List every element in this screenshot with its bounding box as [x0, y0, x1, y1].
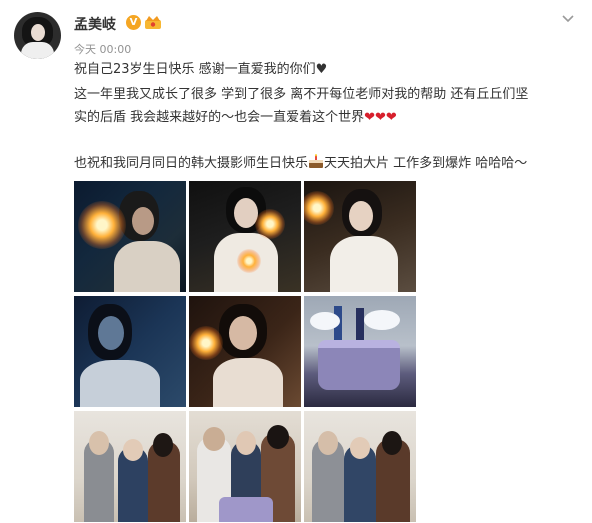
post-text-line-3: 实的后盾 我会越来越好的～也会一直爱着这个世界❤❤❤ [74, 109, 397, 127]
username[interactable]: 孟美岐 [74, 14, 116, 34]
post-text-line-3-text: 实的后盾 我会越来越好的～也会一直爱着这个世界 [74, 110, 365, 125]
post-text-line-1: 祝自己23岁生日快乐 感谢一直爱我的你们♥ [74, 62, 328, 77]
photo-sparkler-2[interactable] [189, 181, 301, 292]
photo-cake[interactable] [304, 296, 416, 407]
weibo-post-card: 孟美岐 V 今天 00:00 祝自己23岁生日快乐 感谢一直爱我的你们♥ 这一年… [0, 0, 592, 523]
user-avatar[interactable] [14, 12, 61, 59]
heart-emoji-icon: ❤❤❤ [364, 110, 397, 125]
photo-sparkler-1[interactable] [74, 181, 186, 292]
cake-emoji-icon [308, 154, 324, 169]
photo-group-2[interactable] [189, 411, 301, 522]
photo-group-3[interactable] [304, 411, 416, 522]
post-time[interactable]: 今天 00:00 [74, 41, 131, 57]
post-text-line-4-b: 天天拍大片 工作多到爆炸 哈哈哈～ [324, 156, 528, 171]
member-crown-icon[interactable] [144, 14, 162, 30]
photo-sparkler-4[interactable] [189, 296, 301, 407]
photo-sparkler-3[interactable] [304, 181, 416, 292]
verified-badge-icon: V [126, 15, 141, 30]
chevron-down-icon[interactable] [560, 10, 576, 26]
post-text-line-4: 也祝和我同月同日的韩大摄影师生日快乐 天天拍大片 工作多到爆炸 哈哈哈～ [74, 154, 527, 173]
photo-group-1[interactable] [74, 411, 186, 522]
photo-blue-portrait[interactable] [74, 296, 186, 407]
post-text-line-2: 这一年里我又成长了很多 学到了很多 离不开每位老师对我的帮助 还有丘丘们坚 [74, 87, 529, 102]
post-text-line-4-a: 也祝和我同月同日的韩大摄影师生日快乐 [74, 156, 309, 171]
